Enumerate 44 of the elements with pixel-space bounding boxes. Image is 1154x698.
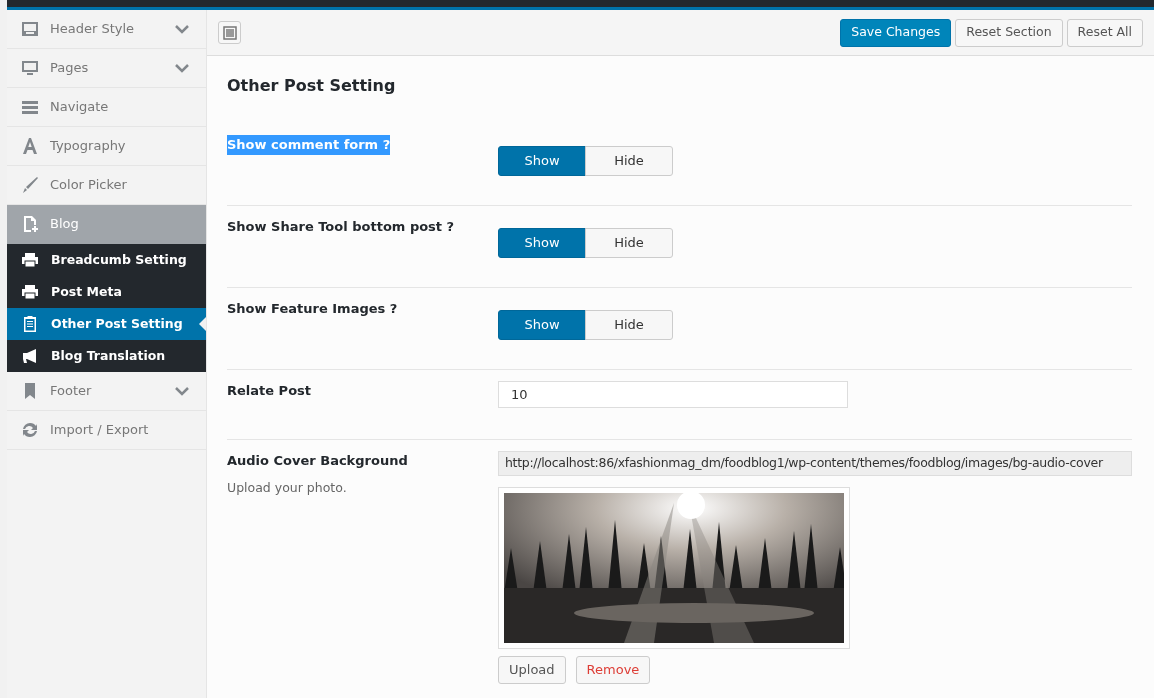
toggle-option[interactable]: Hide bbox=[585, 310, 673, 340]
upload-button[interactable]: Upload bbox=[498, 656, 566, 684]
setting-description: Upload your photo. bbox=[227, 478, 348, 497]
printer-icon bbox=[21, 283, 39, 301]
sidebar-item[interactable]: Header Style bbox=[7, 10, 206, 49]
submenu-item[interactable]: Post Meta bbox=[7, 276, 206, 308]
brush-icon bbox=[20, 175, 40, 195]
toggle-option[interactable]: Show bbox=[498, 310, 586, 340]
refresh-icon bbox=[20, 420, 40, 440]
toggle-option[interactable]: Show bbox=[498, 228, 586, 258]
monitor-icon bbox=[20, 58, 40, 78]
setting-label: Audio Cover Background bbox=[227, 452, 408, 470]
setting-label: Show Share Tool bottom post ? bbox=[227, 218, 455, 236]
chevron-down-icon bbox=[175, 24, 189, 34]
setting-label: Show Feature Images ? bbox=[227, 300, 398, 318]
section-title: Other Post Setting bbox=[227, 75, 397, 97]
layout-icon bbox=[20, 19, 40, 39]
reset-button[interactable]: Reset All bbox=[1066, 18, 1143, 47]
sidebar-item[interactable]: Import / Export bbox=[7, 411, 206, 450]
toggle-option[interactable]: Hide bbox=[585, 146, 673, 176]
letter-icon bbox=[20, 136, 40, 156]
clipboard-icon bbox=[21, 315, 39, 333]
sidebar-item[interactable]: Navigate bbox=[7, 88, 206, 127]
submenu-item[interactable]: Breadcumb Setting bbox=[7, 244, 206, 276]
setting-label: Relate Post bbox=[227, 382, 312, 400]
save-button[interactable]: Save Changes bbox=[840, 18, 952, 47]
layout-icon bbox=[222, 25, 237, 40]
chevron-down-icon bbox=[175, 63, 189, 73]
chevron-down-icon bbox=[175, 386, 189, 396]
layout-toggle-button[interactable] bbox=[218, 21, 241, 44]
submenu-item[interactable]: Blog Translation bbox=[7, 340, 206, 372]
sidebar-item[interactable]: Pages bbox=[7, 49, 206, 88]
url-field[interactable]: http://localhost:86/xfashionmag_dm/foodblog1/wp-content/themes/foodblog/images/bg-audio-cover bbox=[498, 451, 1132, 476]
toggle-option[interactable]: Show bbox=[498, 146, 586, 176]
sidebar-item[interactable]: Typography bbox=[7, 127, 206, 166]
submenu-item[interactable]: Other Post Setting bbox=[7, 308, 206, 340]
remove-button[interactable]: Remove bbox=[575, 656, 651, 684]
megaphone-icon bbox=[21, 347, 39, 365]
sidebar-item[interactable]: Footer bbox=[7, 372, 206, 411]
reset-button[interactable]: Reset Section bbox=[955, 18, 1063, 47]
printer-icon bbox=[21, 251, 39, 269]
setting-label: Show comment form ? bbox=[227, 135, 391, 155]
input-field[interactable]: 10 bbox=[498, 381, 848, 408]
toggle-option[interactable]: Hide bbox=[585, 228, 673, 258]
